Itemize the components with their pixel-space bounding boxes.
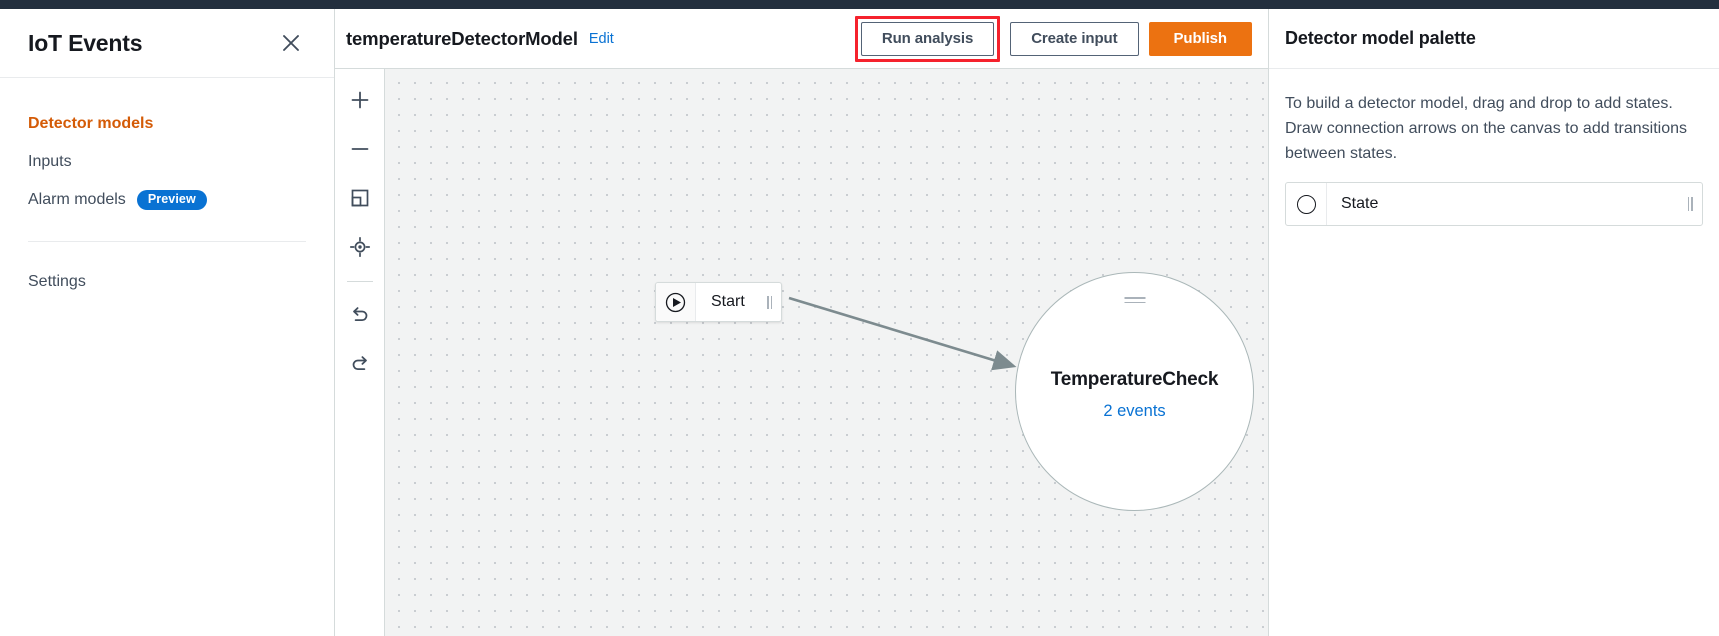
sidebar-item-settings[interactable]: Settings	[0, 263, 334, 301]
sidebar-item-label: Settings	[28, 271, 86, 293]
sidebar-header: IoT Events	[0, 9, 334, 78]
sidebar-item-detector-models[interactable]: Detector models	[0, 105, 334, 143]
sidebar-item-label: Inputs	[28, 151, 72, 173]
main-header: temperatureDetectorModel Edit Run analys…	[335, 9, 1268, 69]
palette-item-state[interactable]: State	[1285, 182, 1703, 226]
zoom-in-icon[interactable]	[343, 83, 377, 117]
run-analysis-highlight: Run analysis	[855, 16, 1000, 62]
palette-header: Detector model palette	[1269, 9, 1719, 69]
detector-model-palette: Detector model palette To build a detect…	[1268, 9, 1719, 636]
palette-item-drag-handle[interactable]	[1678, 183, 1702, 225]
redo-icon[interactable]	[343, 347, 377, 381]
state-node-drag-handle[interactable]	[1124, 297, 1145, 303]
start-node-drag-handle[interactable]	[759, 283, 781, 321]
center-target-icon[interactable]	[343, 230, 377, 264]
sidebar-item-alarm-models[interactable]: Alarm models Preview	[0, 181, 334, 219]
left-sidebar: IoT Events Detector models Inputs Alarm …	[0, 9, 335, 636]
preview-badge: Preview	[137, 190, 207, 210]
fit-to-screen-icon[interactable]	[343, 181, 377, 215]
edit-name-link[interactable]: Edit	[589, 31, 614, 47]
canvas-area: Start TemperatureCheck 2 events	[335, 69, 1268, 636]
state-node-temperaturecheck[interactable]: TemperatureCheck 2 events	[1015, 272, 1254, 511]
start-node[interactable]: Start	[655, 282, 782, 322]
sidebar-item-label: Detector models	[28, 113, 153, 135]
palette-item-label: State	[1327, 183, 1678, 225]
sidebar-secondary-group: Settings	[0, 242, 334, 301]
palette-body: To build a detector model, drag and drop…	[1269, 69, 1719, 226]
close-icon[interactable]	[276, 28, 306, 58]
main-content: temperatureDetectorModel Edit Run analys…	[335, 9, 1268, 636]
state-node-events-link[interactable]: 2 events	[1103, 402, 1165, 421]
start-node-label: Start	[696, 283, 759, 321]
create-input-button[interactable]: Create input	[1010, 22, 1138, 56]
zoom-out-icon[interactable]	[343, 132, 377, 166]
console-body: IoT Events Detector models Inputs Alarm …	[0, 9, 1719, 636]
toolbar-divider	[347, 281, 373, 282]
iot-events-console: IoT Events Detector models Inputs Alarm …	[0, 0, 1719, 636]
publish-button[interactable]: Publish	[1149, 22, 1252, 56]
circle-outline-icon	[1286, 183, 1327, 225]
state-node-name: TemperatureCheck	[1051, 369, 1219, 391]
sidebar-item-inputs[interactable]: Inputs	[0, 143, 334, 181]
play-circle-icon	[656, 283, 696, 321]
detector-model-canvas[interactable]: Start TemperatureCheck 2 events	[385, 69, 1268, 636]
palette-title: Detector model palette	[1285, 28, 1476, 49]
console-top-strip	[0, 0, 1719, 9]
page-title: temperatureDetectorModel	[346, 28, 578, 50]
palette-description: To build a detector model, drag and drop…	[1285, 91, 1703, 166]
run-analysis-button[interactable]: Run analysis	[861, 22, 994, 56]
sidebar-nav: Detector models Inputs Alarm models Prev…	[0, 78, 334, 301]
sidebar-title: IoT Events	[28, 30, 142, 57]
header-actions: Run analysis Create input Publish	[855, 16, 1252, 62]
canvas-toolbar	[335, 69, 385, 636]
undo-icon[interactable]	[343, 298, 377, 332]
sidebar-item-label: Alarm models	[28, 189, 126, 211]
